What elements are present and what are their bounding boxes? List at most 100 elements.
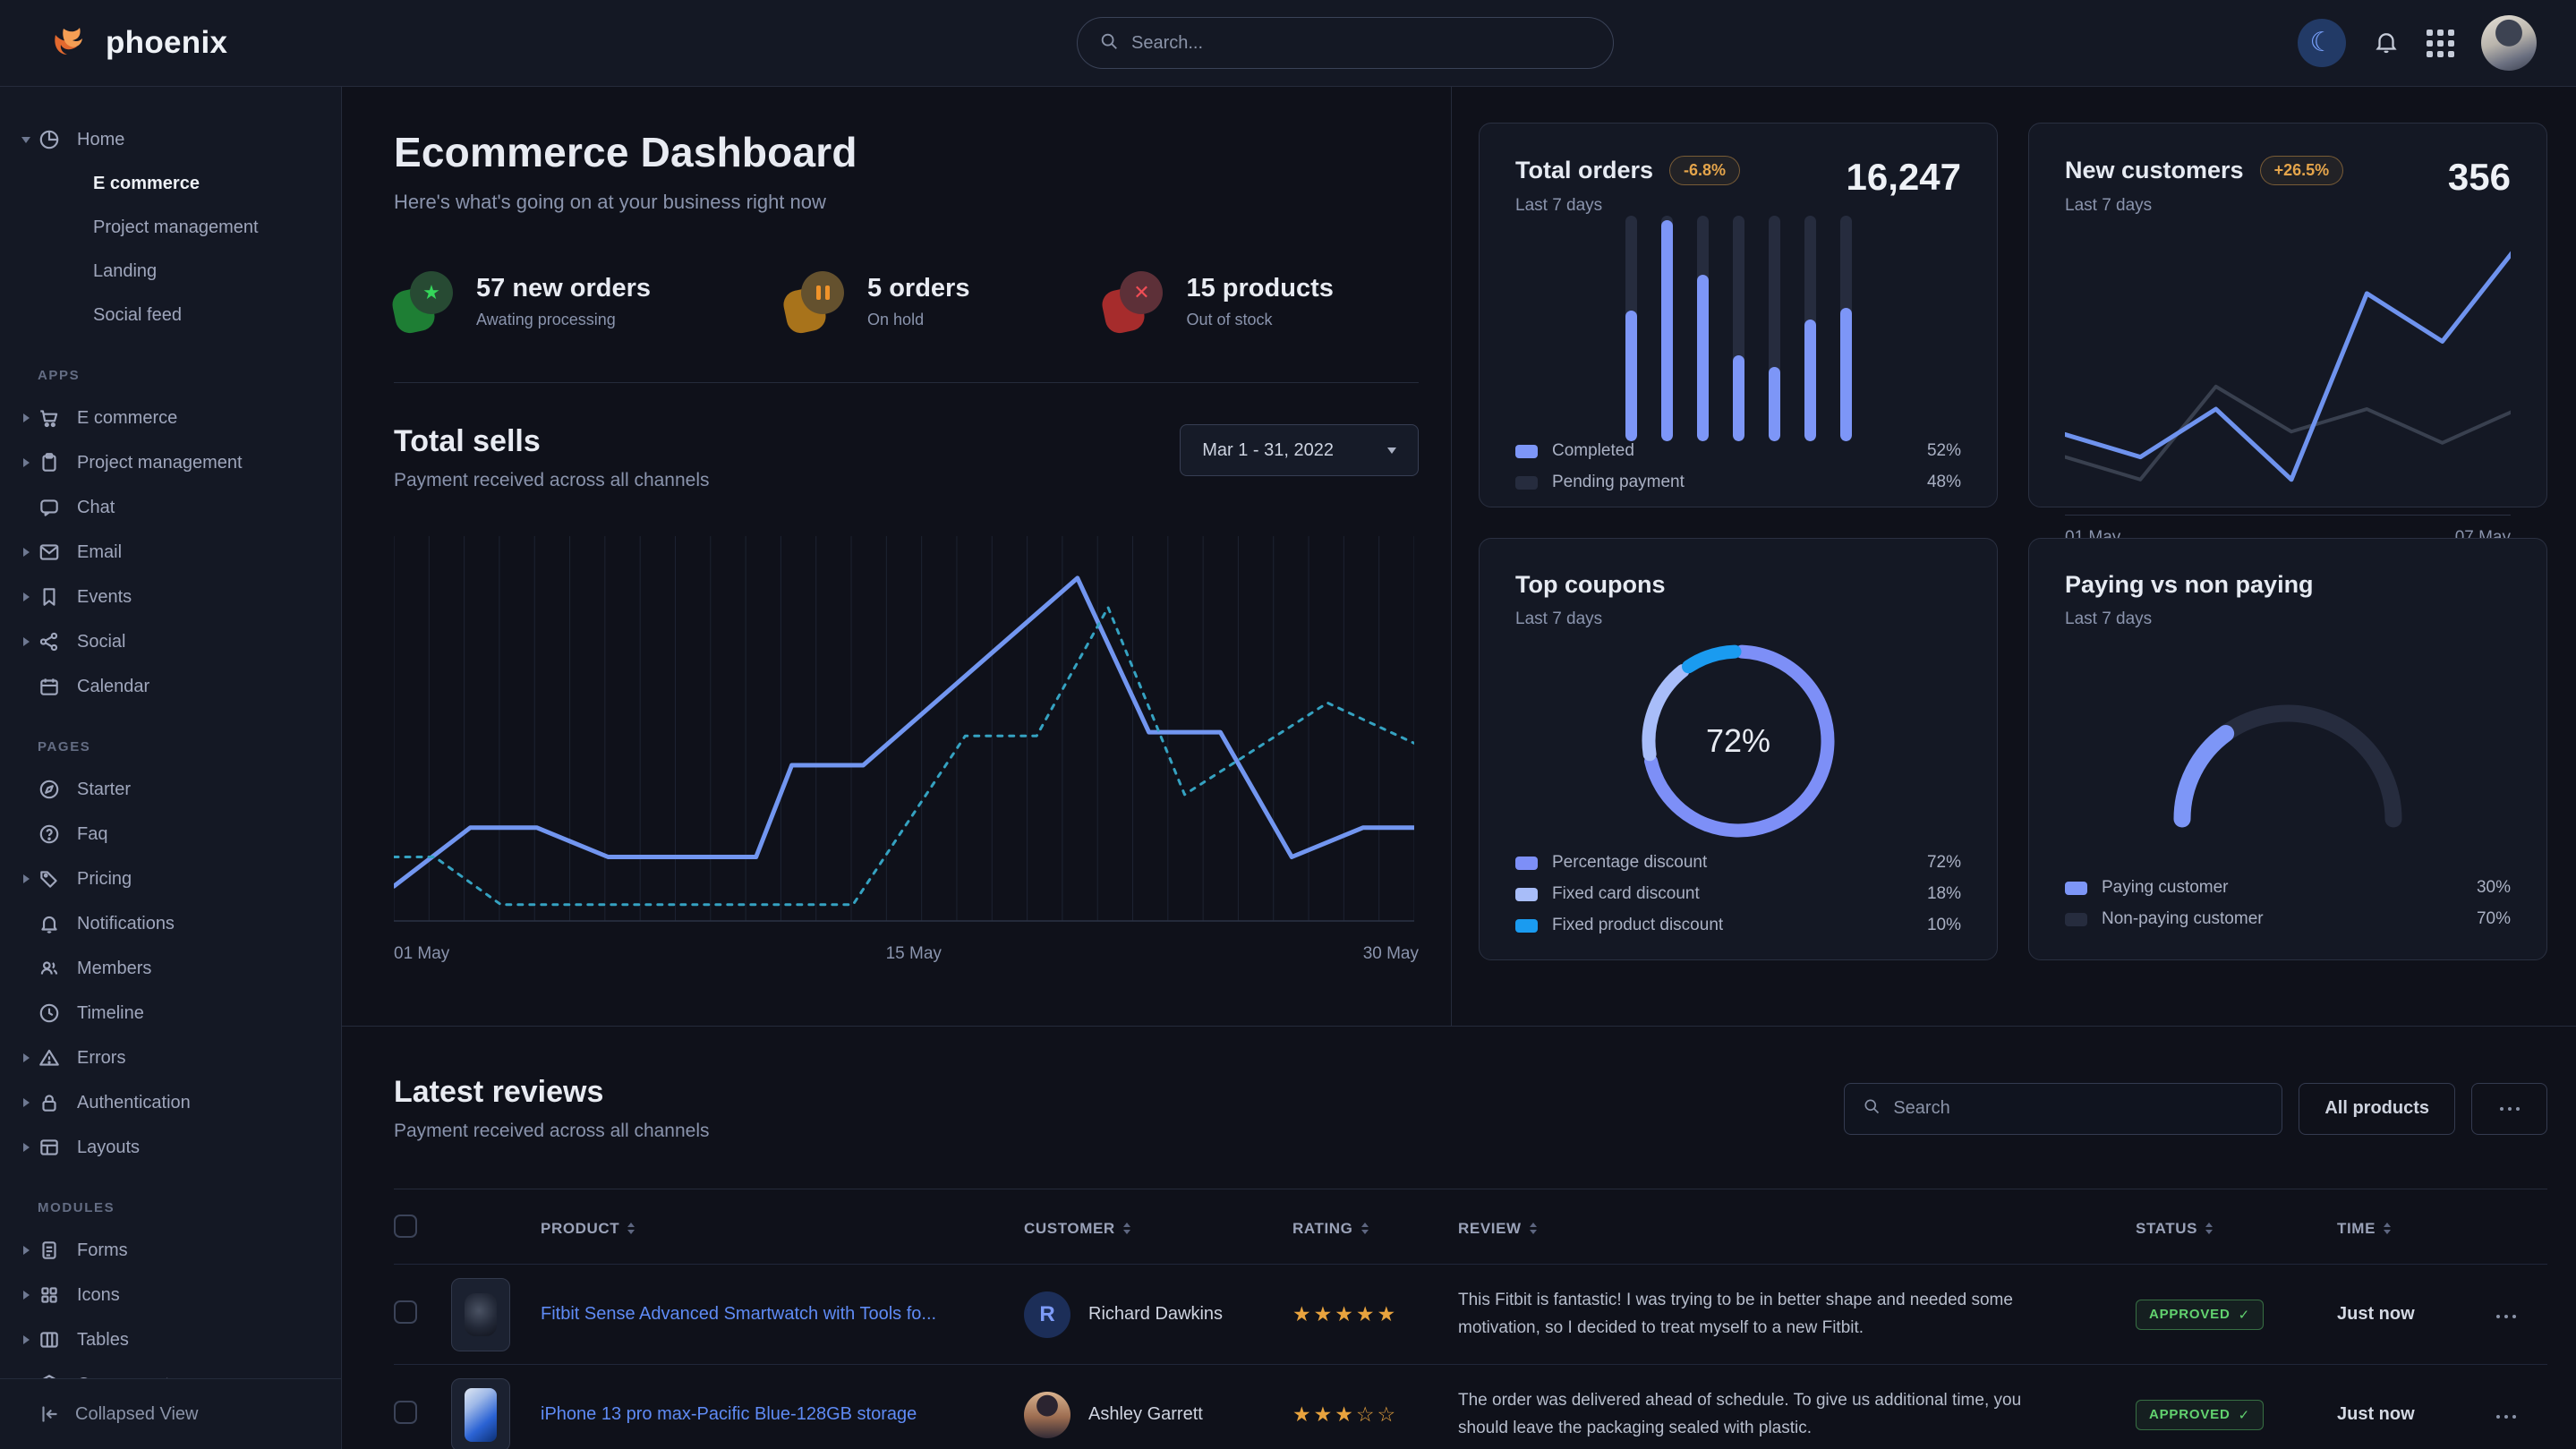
table-icon bbox=[38, 1328, 61, 1351]
reviews-table-header: PRODUCTCUSTOMERRATINGREVIEWSTATUSTIME bbox=[394, 1189, 2547, 1264]
new-customers-subtitle: Last 7 days bbox=[2065, 196, 2343, 216]
warning-icon bbox=[38, 1046, 61, 1070]
review-text: The order was delivered ahead of schedul… bbox=[1458, 1387, 2136, 1442]
total-sells-x-axis: 01 May15 May30 May bbox=[394, 944, 1419, 975]
status-circle: ✕ bbox=[1120, 271, 1163, 314]
file-icon bbox=[38, 1239, 61, 1262]
row-actions-cell bbox=[2494, 1307, 2547, 1323]
sidebar-item-timeline[interactable]: Timeline bbox=[0, 991, 341, 1036]
collapse-view-label: Collapsed View bbox=[75, 1404, 199, 1425]
reviews-more-button[interactable] bbox=[2471, 1083, 2547, 1135]
caret-icon bbox=[20, 637, 32, 646]
sidebar-item-social[interactable]: Social bbox=[0, 619, 341, 664]
sidebar-item-starter[interactable]: Starter bbox=[0, 767, 341, 812]
table-row: iPhone 13 pro max-Pacific Blue-128GB sto… bbox=[394, 1364, 2547, 1449]
sidebar-subitem-project-management[interactable]: Project management bbox=[0, 206, 341, 250]
stat-value: 5 orders bbox=[867, 274, 969, 303]
column-header-status[interactable]: STATUS bbox=[2136, 1220, 2337, 1238]
sidebar-item-label: Calendar bbox=[77, 677, 149, 697]
sidebar-item-components[interactable]: Components bbox=[0, 1362, 341, 1378]
bell-icon bbox=[2373, 29, 2400, 58]
row-more-button[interactable] bbox=[2494, 1415, 2518, 1419]
caret-icon bbox=[20, 592, 32, 601]
sidebar-item-tables[interactable]: Tables bbox=[0, 1317, 341, 1362]
brand-logo[interactable]: phoenix bbox=[52, 23, 227, 63]
date-range-select[interactable]: Mar 1 - 31, 2022 bbox=[1180, 424, 1419, 476]
sidebar-item-members[interactable]: Members bbox=[0, 946, 341, 991]
users-icon bbox=[38, 957, 61, 980]
reviews-search-input[interactable] bbox=[1893, 1098, 2264, 1119]
new-customers-card: New customers +26.5% Last 7 days 356 01 … bbox=[2028, 123, 2547, 507]
order-bar bbox=[1697, 216, 1709, 441]
series-previous-period bbox=[394, 608, 1414, 905]
sidebar-item-layouts[interactable]: Layouts bbox=[0, 1125, 341, 1170]
x-tick-label: 01 May bbox=[394, 944, 449, 964]
stat-on-hold: 5 ordersOn hold bbox=[785, 271, 969, 332]
column-header-time[interactable]: TIME bbox=[2337, 1220, 2494, 1238]
legend-label: Fixed product discount bbox=[1552, 916, 1723, 935]
apps-grid-button[interactable] bbox=[2427, 30, 2454, 57]
sidebar-item-authentication[interactable]: Authentication bbox=[0, 1080, 341, 1125]
collapse-view-button[interactable]: Collapsed View bbox=[0, 1378, 341, 1449]
sidebar-item-faq[interactable]: Faq bbox=[0, 812, 341, 857]
column-header-product[interactable]: PRODUCT bbox=[541, 1220, 1024, 1238]
row-checkbox[interactable] bbox=[394, 1300, 417, 1324]
product-thumbnail[interactable] bbox=[451, 1278, 510, 1351]
sidebar-item-chat[interactable]: Chat bbox=[0, 485, 341, 530]
sidebar-item-forms[interactable]: Forms bbox=[0, 1228, 341, 1273]
chat-icon bbox=[38, 496, 61, 519]
mail-icon bbox=[38, 541, 61, 564]
notifications-button[interactable] bbox=[2373, 29, 2400, 58]
sidebar-subitem-e-commerce[interactable]: E commerce bbox=[0, 162, 341, 206]
product-link[interactable]: iPhone 13 pro max-Pacific Blue-128GB sto… bbox=[541, 1404, 1024, 1425]
sort-icon bbox=[1361, 1223, 1369, 1234]
column-header-rating[interactable]: RATING bbox=[1292, 1220, 1458, 1238]
paying-legend: Paying customer30%Non-paying customer70% bbox=[2065, 878, 2511, 929]
gauge-track bbox=[2182, 713, 2393, 819]
total-orders-value: 16,247 bbox=[1847, 156, 1961, 199]
sidebar-item-events[interactable]: Events bbox=[0, 575, 341, 619]
legend-label: Non-paying customer bbox=[2102, 909, 2264, 929]
product-link[interactable]: Fitbit Sense Advanced Smartwatch with To… bbox=[541, 1304, 1024, 1325]
bookmark-icon bbox=[38, 585, 61, 609]
sidebar-item-pricing[interactable]: Pricing bbox=[0, 857, 341, 901]
rating-stars: ★★★☆☆ bbox=[1292, 1402, 1458, 1427]
top-navbar: phoenix ☾ bbox=[0, 0, 2576, 87]
row-more-button[interactable] bbox=[2494, 1315, 2518, 1318]
user-avatar[interactable] bbox=[2481, 15, 2537, 71]
theme-toggle-button[interactable]: ☾ bbox=[2298, 19, 2346, 67]
product-image bbox=[465, 1293, 497, 1336]
customer-name: Richard Dawkins bbox=[1088, 1304, 1223, 1325]
sidebar-subitem-landing[interactable]: Landing bbox=[0, 250, 341, 294]
sidebar-item-home[interactable]: Home bbox=[0, 117, 341, 162]
sidebar-item-notifications[interactable]: Notifications bbox=[0, 901, 341, 946]
legend-swatch bbox=[2065, 913, 2087, 926]
global-search-input[interactable] bbox=[1131, 33, 1591, 54]
sidebar-item-label: Icons bbox=[77, 1285, 120, 1306]
top-coupons-title: Top coupons bbox=[1515, 571, 1665, 599]
order-bar-completed bbox=[1661, 220, 1673, 441]
legend-swatch bbox=[2065, 882, 2087, 895]
x-tick-label: 15 May bbox=[886, 944, 942, 964]
sidebar-item-e-commerce[interactable]: E commerce bbox=[0, 396, 341, 440]
row-checkbox[interactable] bbox=[394, 1401, 417, 1424]
layout-icon bbox=[38, 1136, 61, 1159]
order-bar bbox=[1661, 216, 1673, 441]
dashboard-left-column: Ecommerce Dashboard Here's what's going … bbox=[342, 87, 1452, 1026]
top-coupons-donut-chart: 72% bbox=[1515, 629, 1961, 853]
sidebar-item-icons[interactable]: Icons bbox=[0, 1273, 341, 1317]
total-orders-subtitle: Last 7 days bbox=[1515, 196, 1740, 216]
sidebar-item-email[interactable]: Email bbox=[0, 530, 341, 575]
column-header-review[interactable]: REVIEW bbox=[1458, 1220, 2136, 1238]
all-products-button[interactable]: All products bbox=[2299, 1083, 2455, 1135]
sidebar-item-calendar[interactable]: Calendar bbox=[0, 664, 341, 709]
sidebar-item-label: Layouts bbox=[77, 1138, 140, 1158]
latest-reviews-title: Latest reviews bbox=[394, 1075, 710, 1110]
select-all-checkbox[interactable] bbox=[394, 1215, 417, 1238]
sidebar-item-label: Faq bbox=[77, 824, 107, 845]
product-thumbnail[interactable] bbox=[451, 1378, 510, 1449]
sidebar-item-project-management[interactable]: Project management bbox=[0, 440, 341, 485]
column-header-customer[interactable]: CUSTOMER bbox=[1024, 1220, 1292, 1238]
sidebar-subitem-social-feed[interactable]: Social feed bbox=[0, 294, 341, 337]
sidebar-item-errors[interactable]: Errors bbox=[0, 1036, 341, 1080]
